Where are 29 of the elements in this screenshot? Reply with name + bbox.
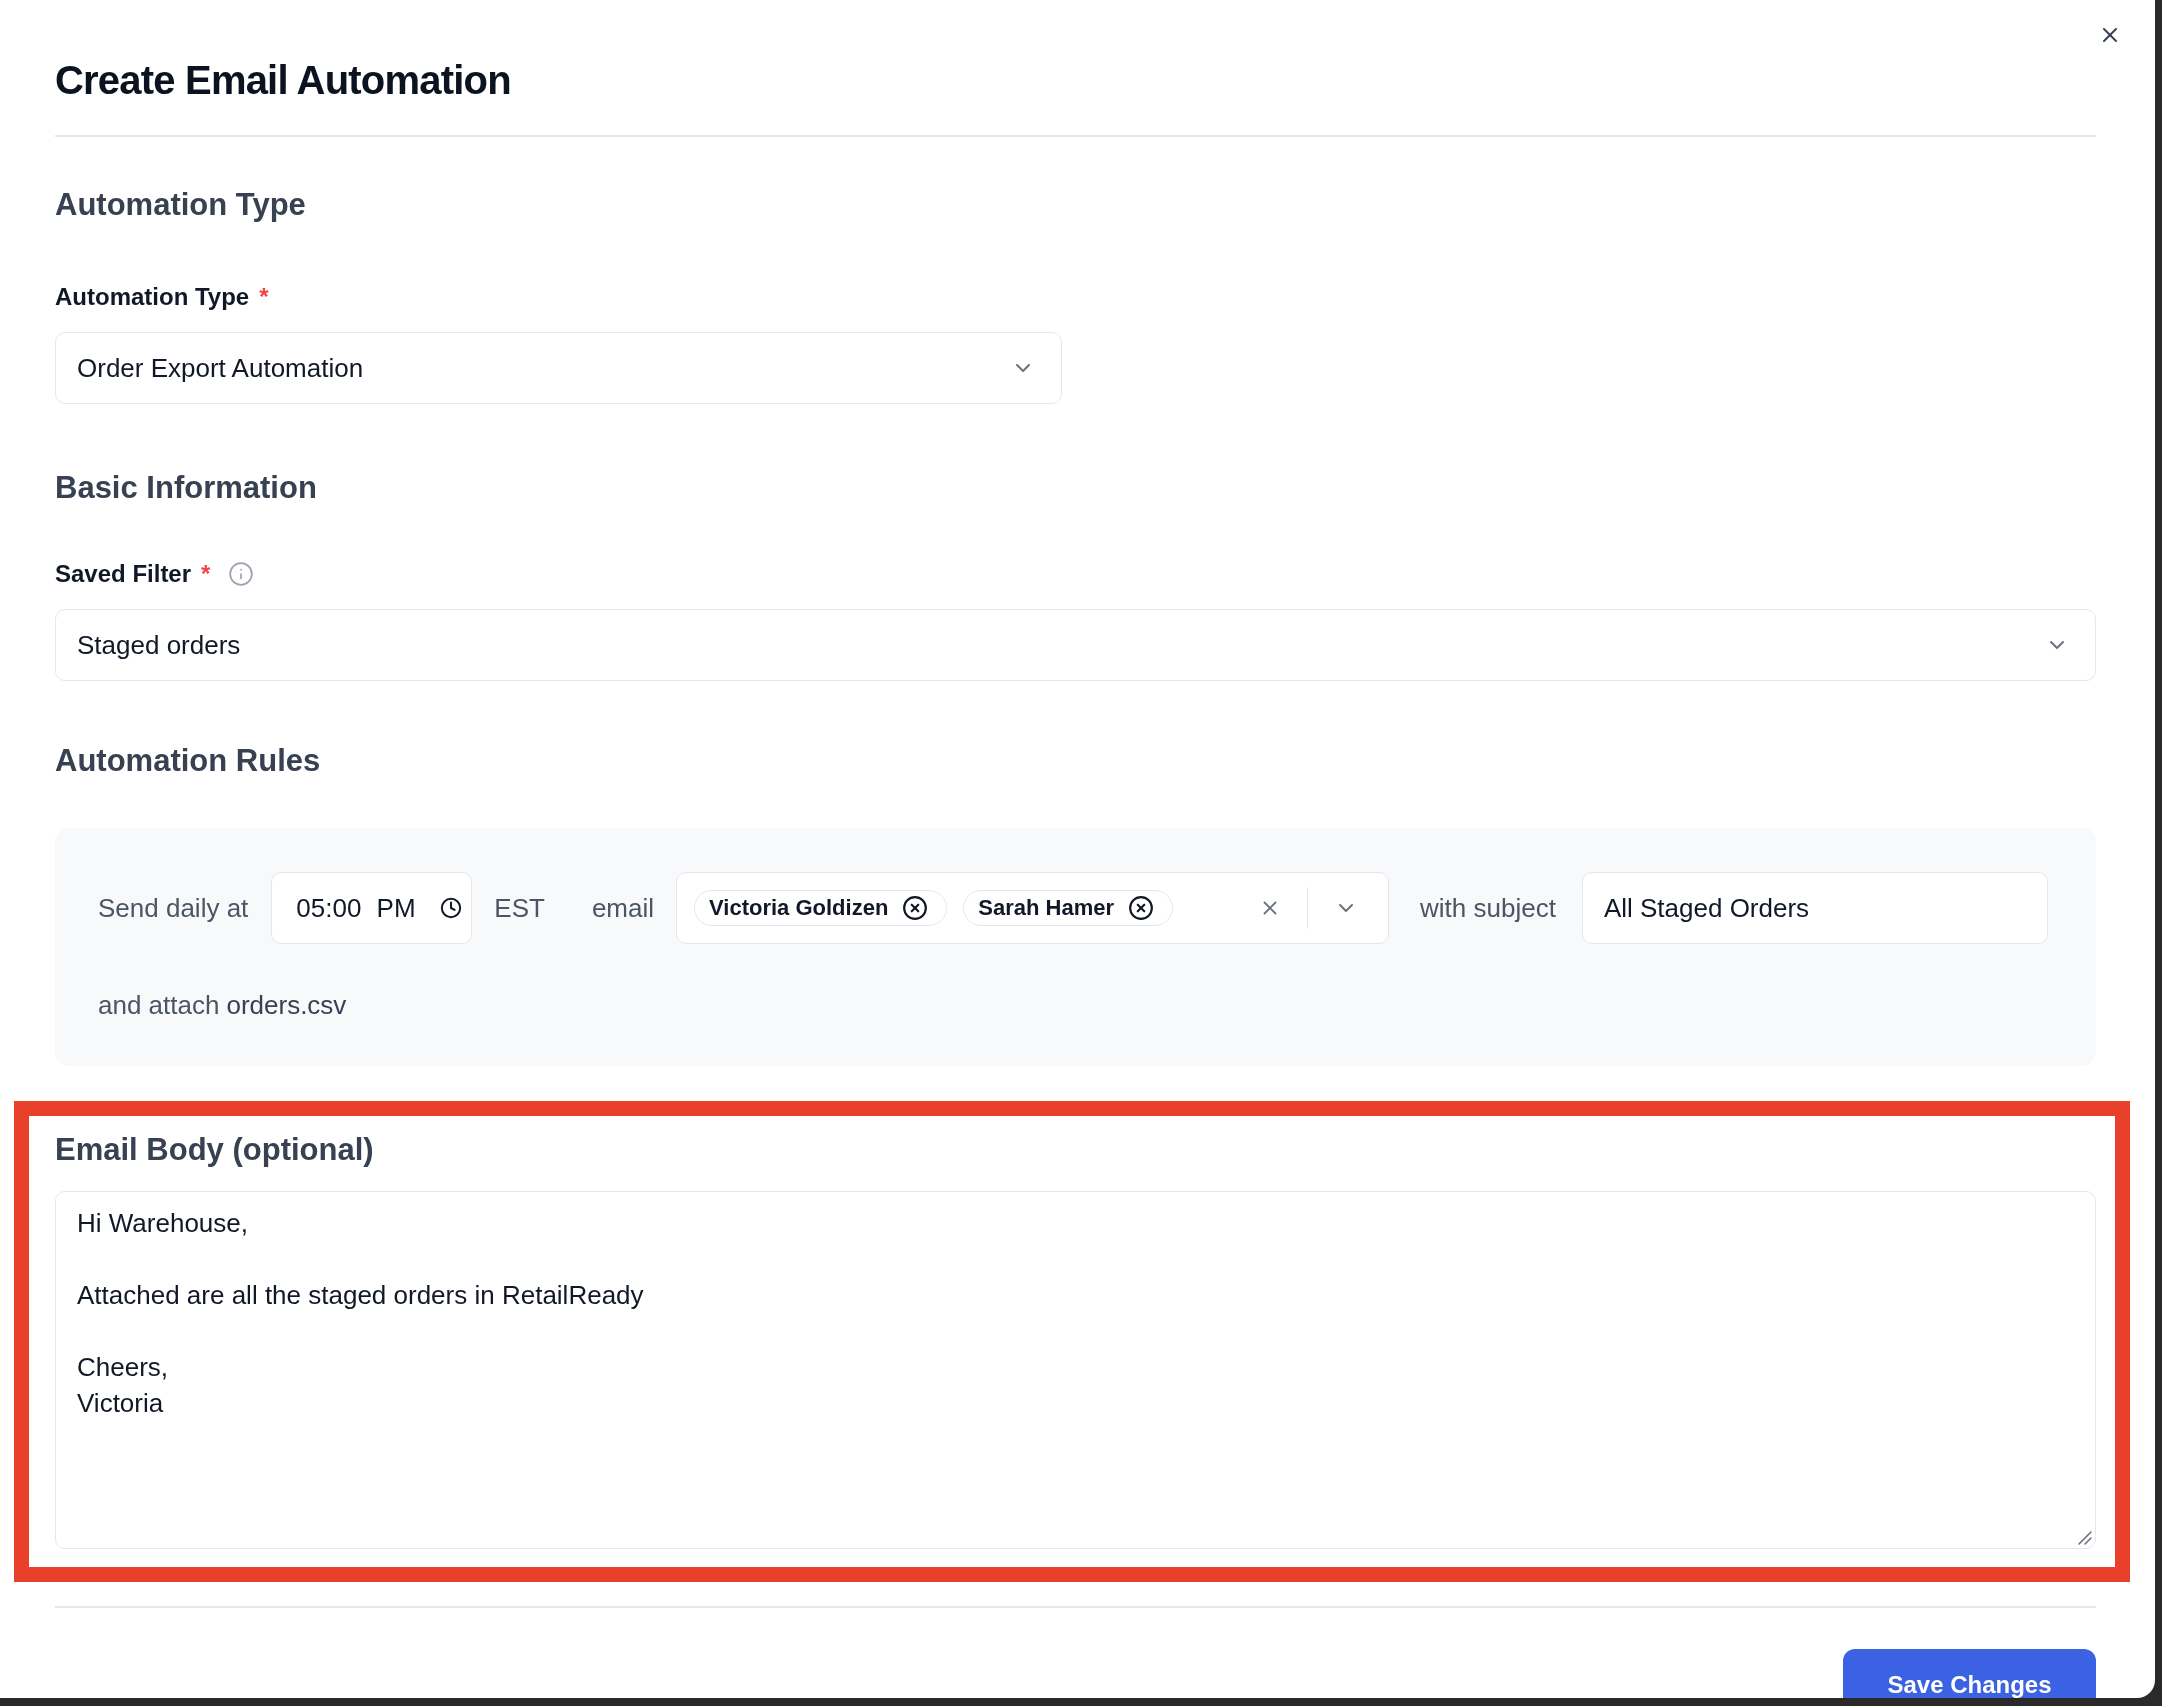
field-label: Automation Type [55,282,250,312]
field-label: Saved Filter [55,559,192,589]
resize-handle-icon[interactable] [2078,1531,2092,1545]
email-body-field[interactable]: Hi Warehouse, Attached are all the staged orders in RetailReady Cheers, Victoria [55,1191,2096,1549]
save-button[interactable]: Save Changes [1843,1649,2096,1698]
section-heading: Automation Rules [55,742,321,780]
info-icon[interactable] [228,561,255,587]
timezone-text: EST [494,892,545,925]
clock-icon [440,897,463,919]
recipients-field[interactable]: Victoria Goldizen Sarah Hamer [676,872,1390,944]
recipient-chip[interactable]: Sarah Hamer [963,890,1174,926]
select-field[interactable]: Order Export Automation [55,332,1062,404]
section-heading: Basic Information [55,469,317,507]
required-mark: * [259,282,269,312]
dialog-title: Create Email Automation [55,57,511,104]
rule-text: Send daily at [98,892,249,925]
remove-icon[interactable] [902,895,929,921]
recipient-chip[interactable]: Victoria Goldizen [694,890,948,926]
section-heading: Automation Type [55,186,306,224]
time-field[interactable]: 05:00 PM [271,872,473,944]
rule-text: and attach [98,989,220,1022]
remove-icon[interactable] [1128,895,1155,921]
rule-text: with subject [1420,892,1556,925]
required-mark: * [201,559,211,589]
attachment-filename: orders.csv [226,989,347,1022]
subject-field[interactable]: All Staged Orders [1581,872,2048,944]
select-field[interactable]: Staged orders [55,609,2096,681]
rule-text: email [591,892,655,925]
section-heading: Email Body (optional) [55,1131,374,1169]
